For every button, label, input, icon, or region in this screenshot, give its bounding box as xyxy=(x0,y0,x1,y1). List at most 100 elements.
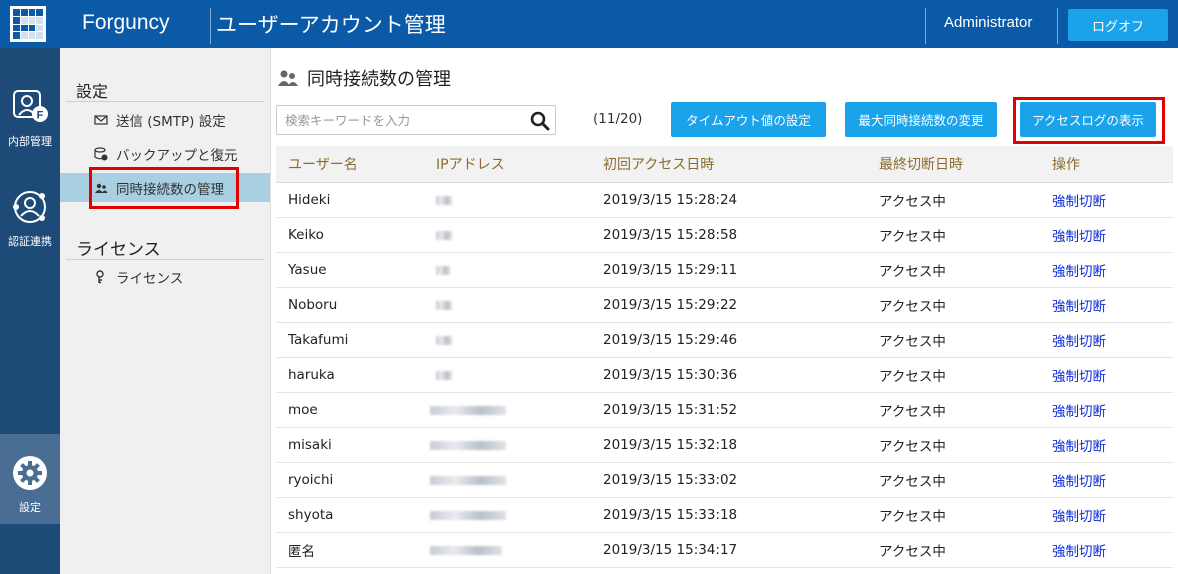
table-row: Keiko 2019/3/15 15:28:58 アクセス中 強制切断 xyxy=(276,217,1173,253)
user-name-cell: shyota xyxy=(276,497,424,533)
user-name-cell: Takafumi xyxy=(276,322,424,358)
redacted-ip xyxy=(424,252,512,287)
max-connections-button[interactable]: 最大同時接続数の変更 xyxy=(845,102,997,137)
first-access-cell: 2019/3/15 15:31:52 xyxy=(591,392,867,428)
user-name-cell: ryoichi xyxy=(276,462,424,498)
redacted-ip xyxy=(424,532,512,567)
table-row: Takafumi 2019/3/15 15:29:46 アクセス中 強制切断 xyxy=(276,322,1173,358)
last-disconnect-cell: アクセス中 xyxy=(867,217,1040,253)
redacted-ip xyxy=(424,287,512,322)
user-name[interactable]: Administrator xyxy=(944,14,1032,31)
force-disconnect-link[interactable]: 強制切断 xyxy=(1040,287,1173,323)
user-name-cell: Keiko xyxy=(276,217,424,253)
users-icon xyxy=(278,70,298,86)
redacted-ip xyxy=(424,357,512,392)
connections-table: ユーザー名 IPアドレス 初回アクセス日時 最終切断日時 操作 Hideki 20… xyxy=(276,146,1173,568)
force-disconnect-link[interactable]: 強制切断 xyxy=(1040,252,1173,288)
rail-item-label: 内部管理 xyxy=(8,135,52,148)
ip-address-cell xyxy=(424,182,591,218)
divider xyxy=(1057,8,1058,44)
highlight-box xyxy=(1013,97,1165,144)
table-row: Yasue 2019/3/15 15:29:11 アクセス中 強制切断 xyxy=(276,252,1173,288)
brand-name: Forguncy xyxy=(82,11,170,34)
first-access-cell: 2019/3/15 15:28:24 xyxy=(591,182,867,218)
force-disconnect-link[interactable]: 強制切断 xyxy=(1040,392,1173,428)
rail-item-label: 設定 xyxy=(19,501,41,514)
column-header: 操作 xyxy=(1040,146,1173,183)
first-access-cell: 2019/3/15 15:29:11 xyxy=(591,252,867,288)
ip-address-cell xyxy=(424,252,591,288)
ip-address-cell xyxy=(424,392,591,428)
last-disconnect-cell: アクセス中 xyxy=(867,497,1040,533)
table-row: ryoichi 2019/3/15 15:33:02 アクセス中 強制切断 xyxy=(276,462,1173,498)
column-header: ユーザー名 xyxy=(276,146,424,183)
search-icon[interactable] xyxy=(529,110,551,132)
section-heading: ライセンス xyxy=(76,240,161,260)
table-row: Noboru 2019/3/15 15:29:22 アクセス中 強制切断 xyxy=(276,287,1173,323)
table-row: misaki 2019/3/15 15:32:18 アクセス中 強制切断 xyxy=(276,427,1173,463)
column-header: IPアドレス xyxy=(424,146,591,183)
ip-address-cell xyxy=(424,217,591,253)
rail-item-label: 認証連携 xyxy=(8,235,52,248)
sidebar-item-backup[interactable]: バックアップと復元 xyxy=(60,139,270,168)
page-title: 同時接続数の管理 xyxy=(307,69,451,90)
force-disconnect-link[interactable]: 強制切断 xyxy=(1040,462,1173,498)
divider xyxy=(925,8,926,44)
ip-address-cell xyxy=(424,532,591,568)
ip-address-cell xyxy=(424,497,591,533)
force-disconnect-link[interactable]: 強制切断 xyxy=(1040,427,1173,463)
sidebar-item-label: 送信 (SMTP) 設定 xyxy=(116,113,226,130)
redacted-ip xyxy=(424,217,512,252)
force-disconnect-link[interactable]: 強制切断 xyxy=(1040,217,1173,253)
left-rail: F 内部管理 認証連携 設定 xyxy=(0,48,60,574)
first-access-cell: 2019/3/15 15:32:18 xyxy=(591,427,867,463)
redacted-ip xyxy=(424,392,512,427)
settings-sidebar: 設定 送信 (SMTP) 設定 バックアップと復元 同時接続数の管理 ライセンス xyxy=(60,48,271,574)
rail-item-internal[interactable]: F 内部管理 xyxy=(0,88,60,149)
user-name-cell: 匿名 xyxy=(276,532,424,568)
sidebar-item-license[interactable]: ライセンス xyxy=(60,262,270,291)
logout-button[interactable]: ログオフ xyxy=(1068,9,1168,41)
force-disconnect-link[interactable]: 強制切断 xyxy=(1040,182,1173,218)
last-disconnect-cell: アクセス中 xyxy=(867,287,1040,323)
rail-item-federation[interactable]: 認証連携 xyxy=(0,188,60,249)
ip-address-cell xyxy=(424,427,591,463)
force-disconnect-link[interactable]: 強制切断 xyxy=(1040,532,1173,568)
first-access-cell: 2019/3/15 15:33:18 xyxy=(591,497,867,533)
first-access-cell: 2019/3/15 15:29:46 xyxy=(591,322,867,358)
highlight-box xyxy=(89,167,239,209)
search-input[interactable] xyxy=(277,106,517,134)
rail-item-settings[interactable]: 設定 xyxy=(0,434,60,524)
ip-address-cell xyxy=(424,462,591,498)
divider xyxy=(66,259,264,260)
force-disconnect-link[interactable]: 強制切断 xyxy=(1040,357,1173,393)
redacted-ip xyxy=(424,462,512,497)
force-disconnect-link[interactable]: 強制切断 xyxy=(1040,322,1173,358)
last-disconnect-cell: アクセス中 xyxy=(867,252,1040,288)
redacted-ip xyxy=(424,322,512,357)
column-header: 最終切断日時 xyxy=(867,146,1040,183)
user-name-cell: Noboru xyxy=(276,287,424,323)
sidebar-item-smtp[interactable]: 送信 (SMTP) 設定 xyxy=(60,105,270,134)
first-access-cell: 2019/3/15 15:28:58 xyxy=(591,217,867,253)
top-bar: Forguncy ユーザーアカウント管理 Administrator ログオフ xyxy=(0,0,1178,48)
search-box xyxy=(276,105,556,135)
last-disconnect-cell: アクセス中 xyxy=(867,322,1040,358)
app-title: ユーザーアカウント管理 xyxy=(216,13,446,37)
user-name-cell: haruka xyxy=(276,357,424,393)
table-row: Hideki 2019/3/15 15:28:24 アクセス中 強制切断 xyxy=(276,182,1173,218)
divider xyxy=(66,101,264,102)
user-name-cell: Yasue xyxy=(276,252,424,288)
redacted-ip xyxy=(424,182,512,217)
first-access-cell: 2019/3/15 15:34:17 xyxy=(591,532,867,568)
column-header: 初回アクセス日時 xyxy=(591,146,867,183)
last-disconnect-cell: アクセス中 xyxy=(867,182,1040,218)
force-disconnect-link[interactable]: 強制切断 xyxy=(1040,497,1173,533)
table-row: haruka 2019/3/15 15:30:36 アクセス中 強制切断 xyxy=(276,357,1173,393)
section-heading: 設定 xyxy=(76,82,109,101)
federation-icon xyxy=(13,191,46,223)
first-access-cell: 2019/3/15 15:33:02 xyxy=(591,462,867,498)
first-access-cell: 2019/3/15 15:30:36 xyxy=(591,357,867,393)
timeout-settings-button[interactable]: タイムアウト値の設定 xyxy=(671,102,826,137)
last-disconnect-cell: アクセス中 xyxy=(867,357,1040,393)
